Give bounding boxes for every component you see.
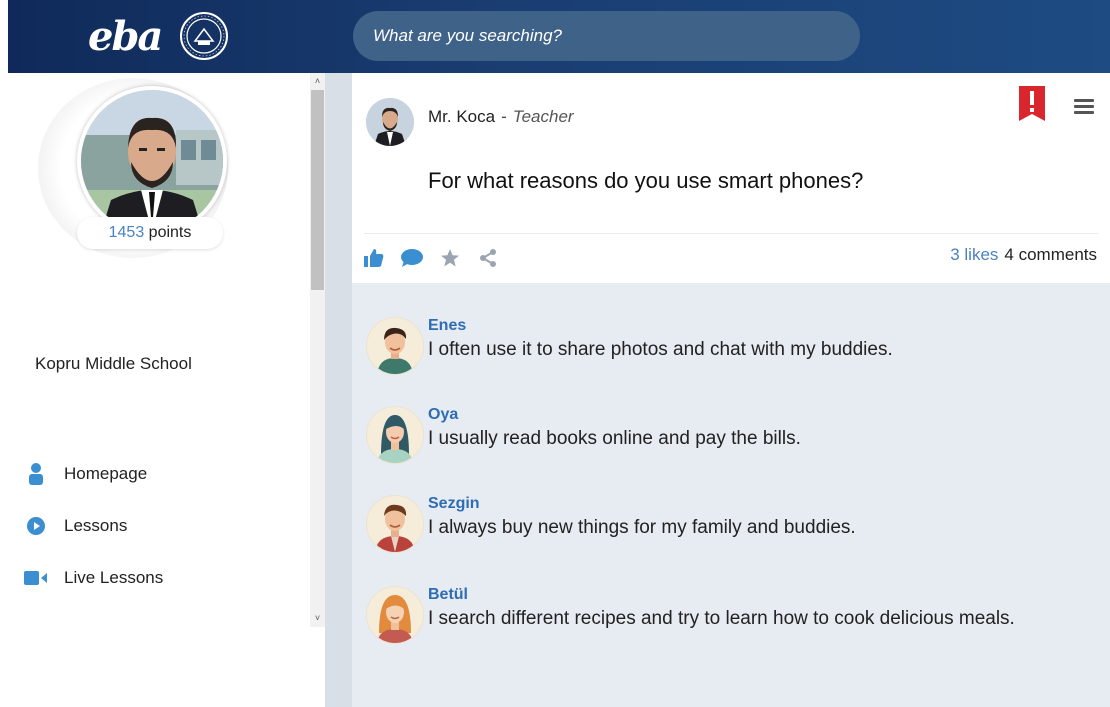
commenter-avatar[interactable] bbox=[366, 406, 424, 464]
commenter-avatar[interactable] bbox=[366, 317, 424, 375]
profile-avatar[interactable] bbox=[77, 86, 227, 236]
commenter-avatar[interactable] bbox=[366, 495, 424, 553]
boy-avatar-icon bbox=[375, 504, 415, 552]
ministry-seal-icon bbox=[180, 12, 229, 60]
comments-count[interactable]: 4 comments bbox=[1004, 245, 1097, 264]
teacher-avatar-small-icon bbox=[366, 98, 414, 146]
post-actions bbox=[362, 246, 500, 270]
comment-item: Sezgin I always buy new things for my fa… bbox=[366, 495, 1106, 555]
commenter-avatar[interactable] bbox=[366, 586, 424, 644]
sidebar-item-label: Live Lessons bbox=[64, 568, 164, 587]
girl-avatar-icon bbox=[377, 415, 413, 463]
search-input[interactable] bbox=[353, 11, 860, 61]
author-role: Teacher bbox=[512, 107, 574, 126]
report-flag-icon[interactable] bbox=[1019, 86, 1045, 121]
left-sidebar: 1453 points Kopru Middle School Homepage… bbox=[0, 73, 310, 707]
comments-section: Enes I often use it to share photos and … bbox=[352, 283, 1110, 707]
sidebar-item-label: Homepage bbox=[64, 464, 148, 483]
likes-count[interactable]: 3 likes bbox=[950, 245, 998, 264]
points-value: 1453 bbox=[108, 224, 145, 241]
comment-text: I search different recipes and try to le… bbox=[428, 608, 1015, 629]
star-icon[interactable] bbox=[438, 246, 462, 270]
scroll-thumb[interactable] bbox=[311, 90, 324, 290]
scroll-up-arrow-icon[interactable]: ˄ bbox=[310, 73, 325, 90]
logo-text: eba bbox=[88, 12, 163, 60]
sidebar-item-homepage[interactable]: Homepage bbox=[24, 448, 163, 500]
points-badge: 1453 points bbox=[77, 217, 223, 249]
comment-item: Betül I search different recipes and try… bbox=[366, 586, 1106, 646]
sidebar-item-label: Lessons bbox=[64, 516, 128, 535]
author-name[interactable]: Mr. Koca bbox=[428, 107, 495, 126]
sidebar-item-lessons[interactable]: Lessons bbox=[24, 500, 163, 552]
post-card: Mr. Koca - Teacher For what reasons do you… bbox=[352, 73, 1110, 283]
boy-avatar-icon bbox=[377, 327, 413, 374]
logo[interactable]: eba bbox=[88, 10, 229, 62]
commenter-name[interactable]: Enes bbox=[428, 317, 466, 335]
like-icon[interactable] bbox=[362, 246, 386, 270]
girl-avatar-icon bbox=[377, 595, 413, 643]
teacher-avatar-icon bbox=[81, 90, 223, 232]
comment-icon[interactable] bbox=[400, 246, 424, 270]
share-icon[interactable] bbox=[476, 246, 500, 270]
video-camera-icon bbox=[24, 566, 48, 590]
sidebar-scrollbar[interactable]: ˄ ˅ bbox=[310, 73, 325, 707]
post-divider bbox=[364, 233, 1098, 234]
content-divider bbox=[325, 73, 352, 707]
comment-text: I often use it to share photos and chat … bbox=[428, 339, 893, 360]
points-label: points bbox=[144, 224, 192, 241]
commenter-name[interactable]: Sezgin bbox=[428, 495, 480, 513]
author-avatar[interactable] bbox=[366, 98, 414, 146]
commenter-name[interactable]: Oya bbox=[428, 406, 458, 424]
comment-text: I always buy new things for my family an… bbox=[428, 517, 856, 538]
top-header: eba bbox=[8, 0, 1110, 73]
commenter-name[interactable]: Betül bbox=[428, 586, 468, 604]
person-icon bbox=[24, 462, 48, 486]
comment-text: I usually read books online and pay the … bbox=[428, 428, 801, 449]
comment-item: Enes I often use it to share photos and … bbox=[366, 317, 1106, 377]
post-stats: 3 likes 4 comments bbox=[950, 245, 1097, 265]
school-name: Kopru Middle School bbox=[35, 354, 192, 373]
scroll-gap bbox=[310, 627, 325, 707]
play-circle-icon bbox=[24, 514, 48, 538]
scroll-down-arrow-icon[interactable]: ˅ bbox=[310, 610, 325, 627]
comment-item: Oya I usually read books online and pay … bbox=[366, 406, 1106, 466]
post-question: For what reasons do you use smart phones… bbox=[428, 168, 864, 193]
sidebar-item-live-lessons[interactable]: Live Lessons bbox=[24, 552, 163, 604]
post-author: Mr. Koca - Teacher bbox=[428, 107, 574, 127]
author-separator: - bbox=[501, 107, 507, 126]
hamburger-menu-icon[interactable] bbox=[1074, 99, 1094, 117]
sidebar-nav: Homepage Lessons Live Lessons bbox=[24, 448, 163, 604]
